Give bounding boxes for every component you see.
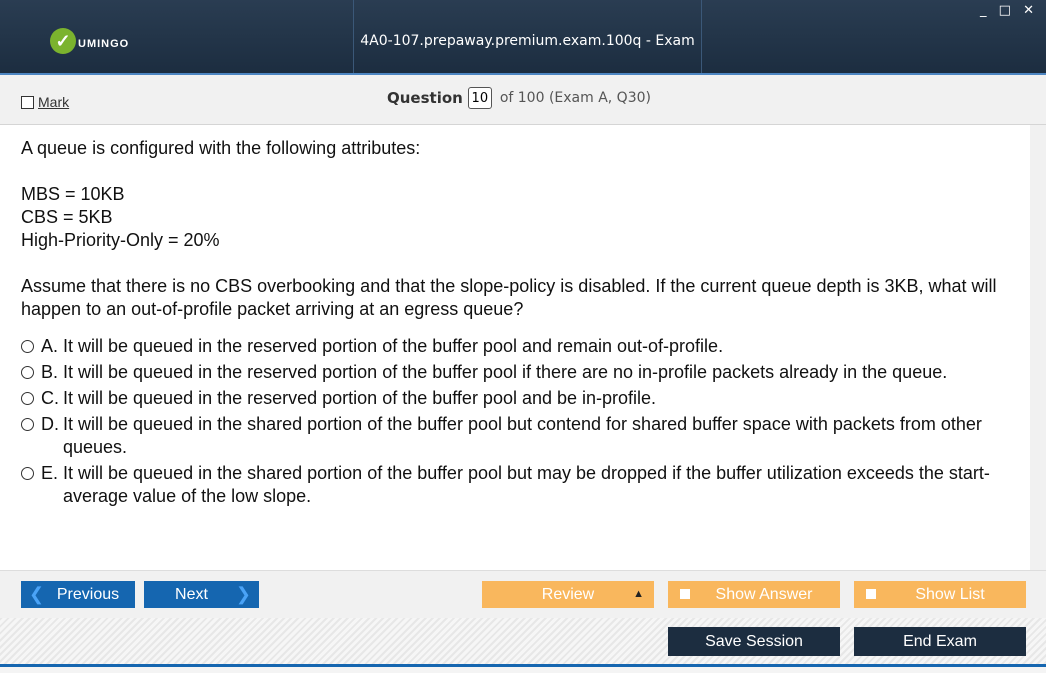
question-navigator: Question of 100 (Exam A, Q30) [387,87,651,109]
radio-button[interactable] [21,467,34,480]
footer-bar: Save Session End Exam [0,618,1046,664]
show-answer-label: Show Answer [715,586,813,603]
question-prompt: Assume that there is no CBS overbooking … [21,276,997,319]
checkmark-logo-icon: ✓ [50,28,76,54]
answer-option-b[interactable]: B. It will be queued in the reserved por… [21,361,1011,384]
attribute-line: MBS = 10KB [21,184,125,204]
mark-label[interactable]: Mark [38,94,69,110]
answer-letter: E. [41,463,59,483]
answer-option-c[interactable]: C. It will be queued in the reserved por… [21,387,1011,410]
next-button[interactable]: Next ❯ [144,581,259,608]
answer-text[interactable]: It will be queued in the reserved portio… [63,387,1011,410]
triangle-up-icon: ▲ [633,588,644,600]
chevron-right-icon: ❯ [235,584,251,604]
answer-option-d[interactable]: D. It will be queued in the shared porti… [21,413,1011,459]
answer-text[interactable]: It will be queued in the shared portion … [63,413,1011,459]
title-divider [353,0,354,73]
answer-text[interactable]: It will be queued in the reserved portio… [63,361,1011,384]
attribute-line: High-Priority-Only = 20% [21,230,220,250]
checkbox-icon[interactable] [680,589,690,599]
end-exam-button[interactable]: End Exam [854,627,1026,656]
save-session-button[interactable]: Save Session [668,627,840,656]
show-answer-button[interactable]: Show Answer [668,581,840,608]
next-label: Next [175,586,208,603]
answer-option-e[interactable]: E. It will be queued in the shared porti… [21,462,1011,508]
attribute-line: CBS = 5KB [21,207,113,227]
review-label: Review [541,586,595,603]
review-button[interactable]: Review ▲ [482,581,654,608]
show-list-label: Show List [915,586,985,603]
question-content: A queue is configured with the following… [0,125,1030,570]
question-label: Question [387,89,463,107]
radio-button[interactable] [21,418,34,431]
previous-label: Previous [56,586,120,603]
answer-letter: D. [41,414,59,434]
question-count-text: of 100 (Exam A, Q30) [499,90,651,106]
answer-list: A. It will be queued in the reserved por… [21,335,1011,511]
question-number-input[interactable] [467,87,492,109]
question-text: A queue is configured with the following… [21,137,1021,321]
logo-text: UMINGO [78,38,130,50]
checkbox-icon[interactable] [866,589,876,599]
window-controls[interactable]: _ □ ✕ [980,3,1038,18]
mark-checkbox[interactable]: Mark [21,94,69,110]
answer-text[interactable]: It will be queued in the reserved portio… [63,335,1011,358]
navigation-toolbar: ❮ Previous Next ❯ Review ▲ Show Answer S… [0,570,1046,618]
answer-letter: B. [41,362,59,382]
show-list-button[interactable]: Show List [854,581,1026,608]
answer-option-a[interactable]: A. It will be queued in the reserved por… [21,335,1011,358]
app-logo: ✓ UMINGO [50,26,129,56]
title-divider [701,0,702,73]
answer-letter: C. [41,388,59,408]
status-strip [0,664,1046,673]
question-header: Mark Question of 100 (Exam A, Q30) [0,75,1046,125]
title-bar: ✓ UMINGO 4A0-107.prepaway.premium.exam.1… [0,0,1046,131]
checkbox-icon[interactable] [21,95,34,109]
radio-button[interactable] [21,392,34,405]
answer-letter: A. [41,336,59,356]
answer-text[interactable]: It will be queued in the shared portion … [63,462,1011,508]
window-title: 4A0-107.prepaway.premium.exam.100q - Exa… [360,33,695,131]
radio-button[interactable] [21,340,34,353]
previous-button[interactable]: ❮ Previous [21,581,135,608]
chevron-left-icon: ❮ [29,584,45,604]
vertical-scrollbar[interactable] [1030,125,1046,570]
radio-button[interactable] [21,366,34,379]
question-intro: A queue is configured with the following… [21,138,421,158]
